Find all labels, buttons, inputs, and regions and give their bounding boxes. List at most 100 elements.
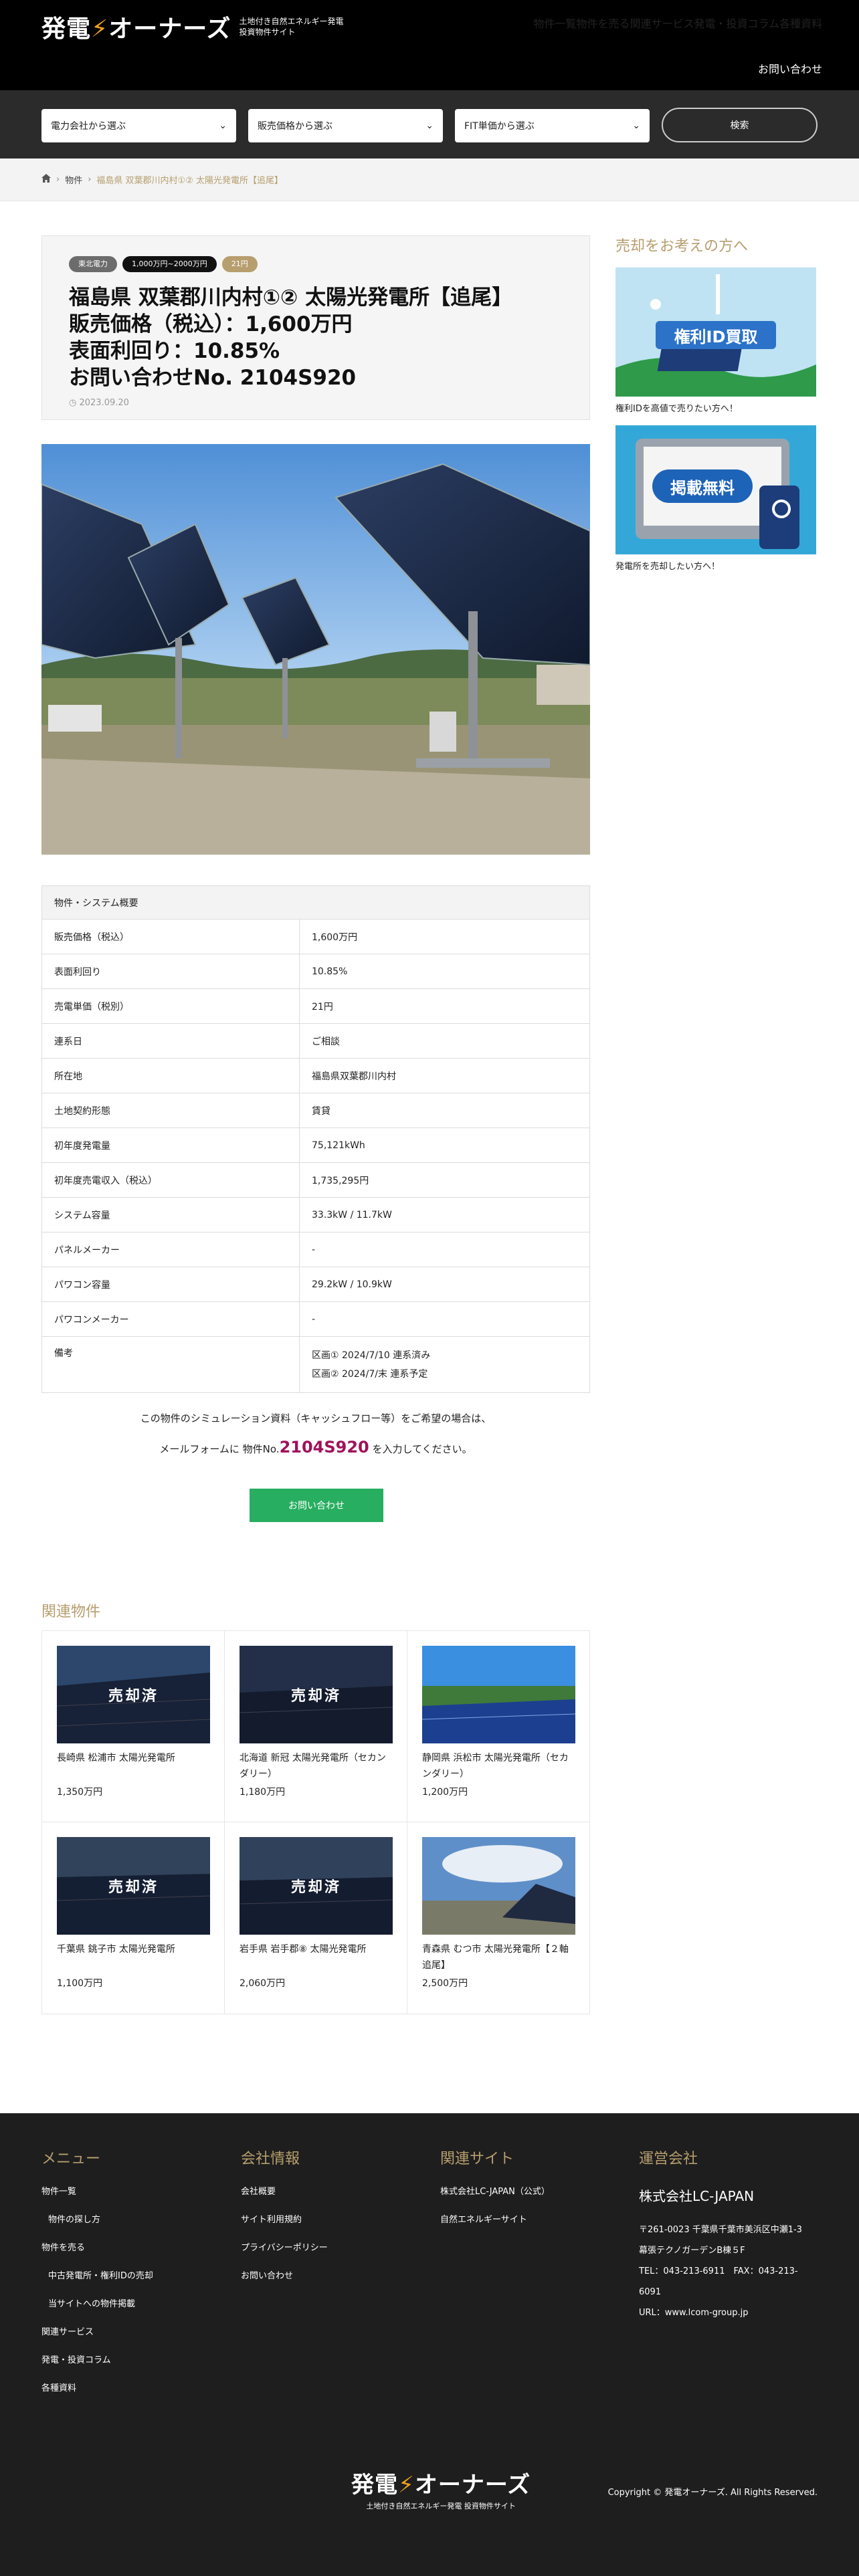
logo-tagline: 土地付き自然エネルギー発電 投資物件サイト [240,16,344,37]
nav-item-contact[interactable]: お問い合わせ [758,60,822,76]
spec-value: ご相談 [299,1023,590,1059]
cta-instruction-post: を入力してください。 [369,1443,472,1455]
spec-key: パワコンメーカー [41,1301,300,1337]
nav-item-sell[interactable]: 物件を売る [576,15,630,31]
site-logo[interactable]: 発電⚡オーナーズ 土地付き自然エネルギー発電 投資物件サイト [41,9,344,44]
nav-item-column[interactable]: 発電・投資コラム [694,15,779,31]
select-power-company[interactable]: 電力会社から選ぶ ⌄ [41,109,236,142]
related-card[interactable]: 売却済 岩手県 岩手郡⑧ 太陽光発電所 2,060万円 [225,1822,407,2014]
operator-url: URL：www.lcom-group.jp [639,2308,749,2318]
related-price: 1,200万円 [422,1787,468,1798]
footer-logo-tagline: 土地付き自然エネルギー発電 投資物件サイト [351,2500,531,2511]
related-grid: 売却済 長崎県 松浦市 太陽光発電所 1,350万円 売却済 北海道 新冠 太陽… [41,1630,590,2014]
footer-link[interactable]: 中古発電所・権利IDの売却 [41,2270,153,2283]
banner-free-listing-text: 掲載無料 [652,469,753,503]
search-button[interactable]: 検索 [662,108,818,142]
logo-text-b: オーナーズ [108,15,231,43]
tag-price-range[interactable]: 1,000万円~2000万円 [122,256,217,272]
related-heading: 関連物件 [41,1604,101,1620]
site-footer: メニュー 物件一覧 物件の探し方 物件を売る 中古発電所・権利IDの売却 当サイ… [0,2113,859,2576]
spec-key: システム容量 [41,1197,300,1232]
logo-tagline-2: 投資物件サイト [239,27,296,37]
footer-tagline-1: 土地付き自然エネルギー発電 [366,2502,462,2510]
footer-link[interactable]: 株式会社LC-JAPAN（公式） [440,2185,550,2199]
footer-link[interactable]: サイト利用規約 [241,2214,328,2227]
related-card[interactable]: 静岡県 浜松市 太陽光発電所（セカンダリー） 1,200万円 [407,1631,590,1822]
page: 発電⚡オーナーズ 土地付き自然エネルギー発電 投資物件サイト 物件一覧 物件を売る… [0,0,859,2576]
spec-key: 売電単価（税別） [41,988,300,1024]
related-photo: 売却済 [240,1837,393,1935]
banner-rights-id-text: 権利ID買取 [674,327,758,346]
footer-link[interactable]: 自然エネルギーサイト [440,2214,550,2227]
search-bar: 電力会社から選ぶ ⌄ 販売価格から選ぶ ⌄ FIT単価から選ぶ ⌄ 検索 [0,90,859,158]
table-row: 販売価格（税込） 1,600万円 [41,919,590,954]
banner-rights-id-purchase[interactable]: 権利ID買取 [615,267,816,397]
bolt-icon: ⚡ [91,15,109,43]
footer-link[interactable]: プライバシーポリシー [241,2242,328,2255]
related-name: 長崎県 松浦市 太陽光発電所 [57,1753,175,1763]
bolt-icon: ⚡ [398,2472,415,2498]
spec-key: 初年度売電収入（税込） [41,1162,300,1198]
related-card[interactable]: 売却済 長崎県 松浦市 太陽光発電所 1,350万円 [42,1631,225,1822]
table-row: 表面利回り 10.85% [41,954,590,989]
sold-badge: 売却済 [240,1646,393,1743]
footer-menu: メニュー 物件一覧 物件の探し方 物件を売る 中古発電所・権利IDの売却 当サイ… [41,2147,153,2410]
table-row: 連系日 ご相談 [41,1023,590,1059]
table-row: 土地契約形態 賃貸 [41,1093,590,1128]
footer-link[interactable]: 発電・投資コラム [41,2354,153,2367]
home-icon[interactable] [41,174,51,185]
table-row: パワコン容量 29.2kW / 10.9kW [41,1267,590,1302]
related-price: 2,060万円 [240,1978,286,1989]
post-date: ◷ 2023.09.20 [69,398,563,408]
sold-badge: 売却済 [240,1837,393,1935]
related-name: 千葉県 銚子市 太陽光発電所 [57,1944,175,1955]
footer-link[interactable]: 当サイトへの物件掲載 [41,2298,153,2311]
property-spec-table: 物件・システム概要 販売価格（税込） 1,600万円 表面利回り 10.85% 売電… [41,885,590,1393]
select-price[interactable]: 販売価格から選ぶ ⌄ [248,109,443,142]
breadcrumb-separator-icon: › [88,175,92,185]
footer-logo[interactable]: 発電⚡オーナーズ 土地付き自然エネルギー発電 投資物件サイト [351,2466,531,2511]
related-name: 静岡県 浜松市 太陽光発電所（セカンダリー） [422,1753,569,1780]
banner-free-listing[interactable]: 掲載無料 [615,425,816,554]
contact-button[interactable]: お問い合わせ [250,1489,383,1522]
select-fit-price[interactable]: FIT単価から選ぶ ⌄ [455,109,650,142]
related-card[interactable]: 売却済 北海道 新冠 太陽光発電所（セカンダリー） 1,180万円 [225,1631,407,1822]
table-row: 初年度売電収入（税込） 1,735,295円 [41,1162,590,1198]
nav-item-documents[interactable]: 各種資料 [779,15,822,31]
breadcrumb-current: 福島県 双葉郡川内村①② 太陽光発電所【追尾】 [96,176,283,186]
footer-link[interactable]: 物件一覧 [41,2185,153,2199]
tag-power-company[interactable]: 東北電力 [69,256,117,272]
related-price: 1,180万円 [240,1787,286,1798]
spec-key: 初年度発電量 [41,1128,300,1163]
footer-link[interactable]: 物件を売る [41,2242,153,2255]
chevron-down-icon: ⌄ [219,120,227,131]
spec-value: - [299,1232,590,1267]
chevron-down-icon: ⌄ [425,120,434,131]
post-title-line: 福島県 双葉郡川内村①② 太陽光発電所【追尾】 [69,286,513,310]
footer-link[interactable]: お問い合わせ [241,2270,328,2283]
footer-logo-text-b: オーナーズ [414,2472,531,2498]
nav-item-services[interactable]: 関連サービス [630,15,694,31]
operator-name: 株式会社LC-JAPAN [639,2188,755,2204]
select-power-company-label: 電力会社から選ぶ [51,121,126,132]
breadcrumb-item-properties[interactable]: 物件 [65,173,82,186]
related-photo [422,1646,575,1743]
related-card[interactable]: 売却済 千葉県 銚子市 太陽光発電所 1,100万円 [42,1822,225,2014]
cta-message: この物件のシミュレーション資料（キャッシュフロー等）をご希望の場合は、 [140,1412,492,1424]
footer-logo-text-a: 発電 [351,2472,398,2498]
nav-item-properties[interactable]: 物件一覧 [533,15,576,31]
breadcrumb: › 物件 › 福島県 双葉郡川内村①② 太陽光発電所【追尾】 [0,158,859,201]
post-title-line: 販売価格（税込）：1,600万円 [69,312,353,336]
select-fit-price-label: FIT単価から選ぶ [464,121,535,132]
footer-link[interactable]: 関連サービス [41,2326,153,2339]
footer-link[interactable]: 各種資料 [41,2382,153,2395]
tag-fit-price[interactable]: 21円 [221,256,258,272]
related-photo: 売却済 [57,1837,210,1935]
spec-value: 福島県双葉郡川内村 [299,1058,590,1093]
related-card[interactable]: 青森県 むつ市 太陽光発電所【２軸追尾】 2,500万円 [407,1822,590,2014]
spec-value: 33.3kW / 11.7kW [299,1197,590,1232]
select-price-label: 販売価格から選ぶ [258,121,332,132]
related-photo: 売却済 [57,1646,210,1743]
footer-link[interactable]: 会社概要 [241,2185,328,2199]
footer-link[interactable]: 物件の探し方 [41,2214,153,2227]
